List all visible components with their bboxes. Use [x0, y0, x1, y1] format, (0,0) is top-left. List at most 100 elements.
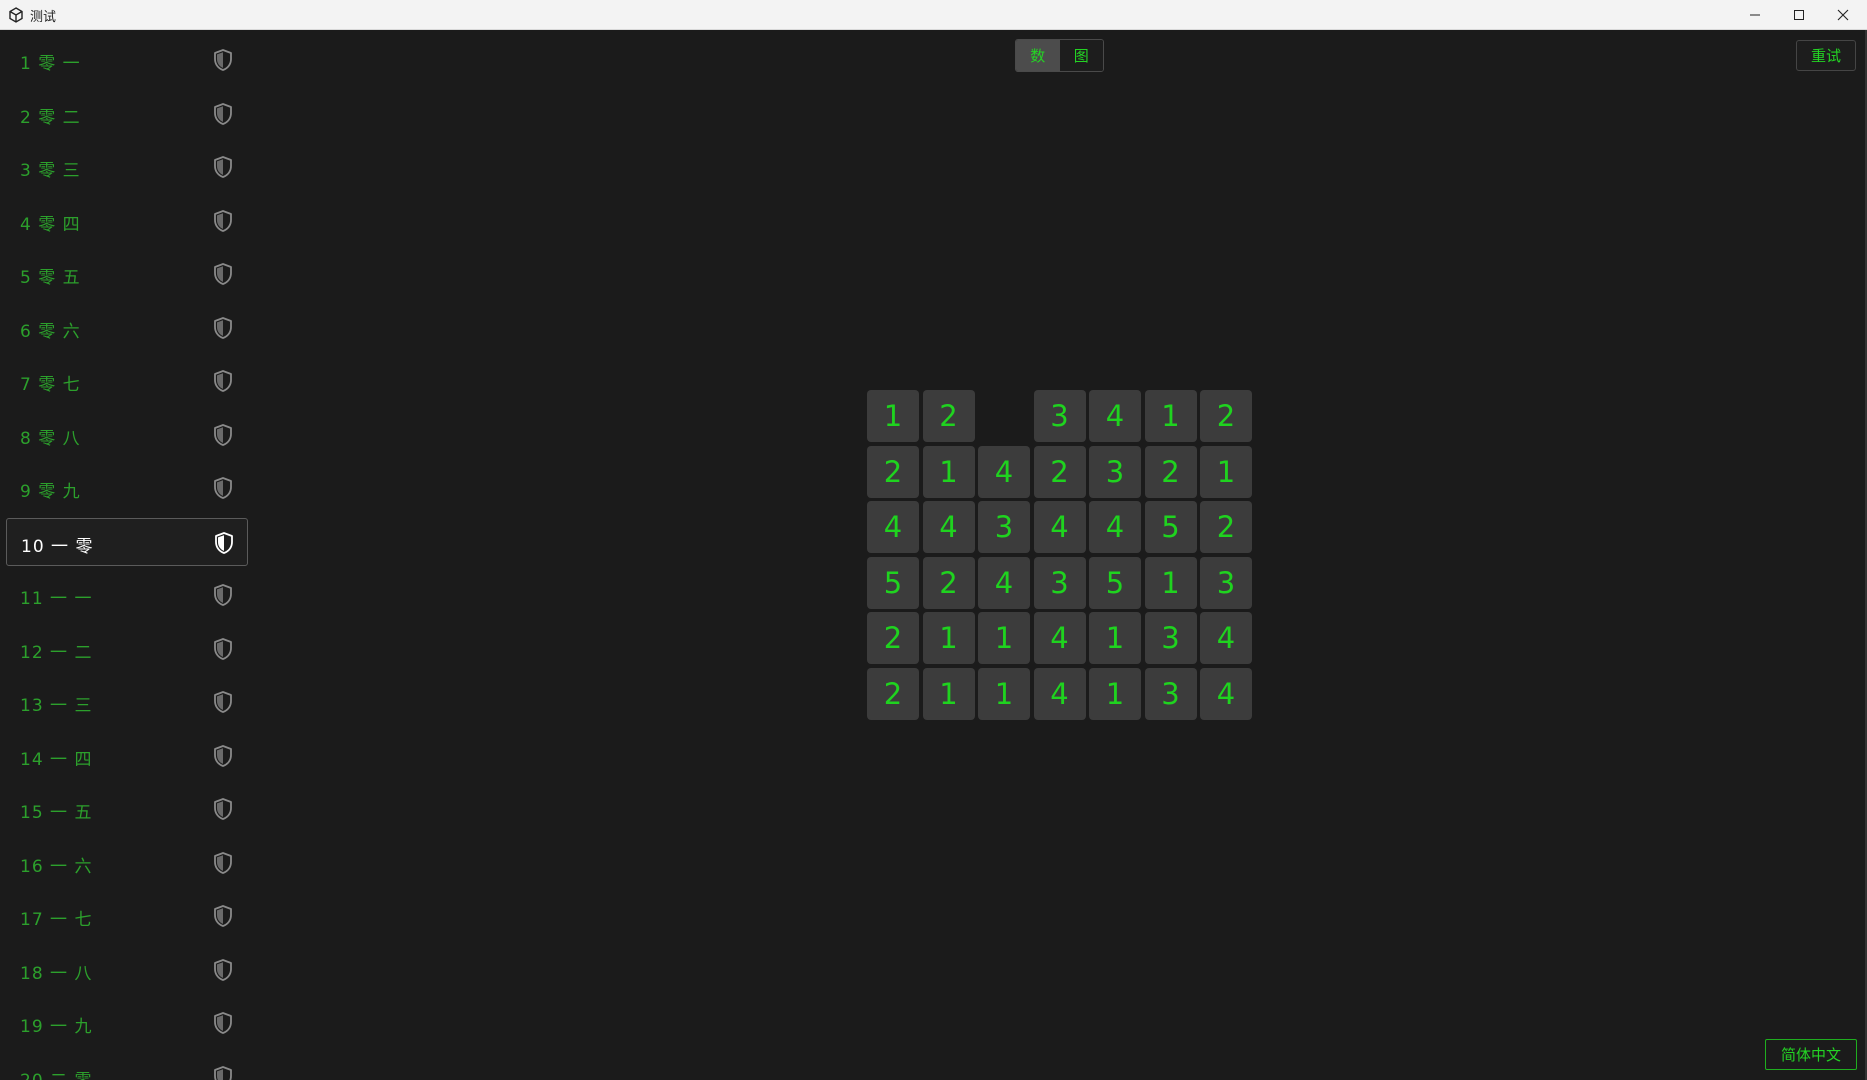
- board-tile[interactable]: 4: [978, 445, 1030, 498]
- board-tile[interactable]: 4: [1089, 390, 1141, 442]
- board-tile[interactable]: 2: [1033, 445, 1086, 498]
- board-tile[interactable]: 5: [867, 556, 919, 609]
- board-tile[interactable]: 4: [1200, 612, 1252, 664]
- mode-image-button[interactable]: 图: [1059, 40, 1103, 71]
- board-tile[interactable]: 4: [978, 556, 1030, 609]
- board-tile[interactable]: 3: [1144, 667, 1197, 720]
- mode-number-button[interactable]: 数: [1016, 40, 1060, 71]
- shield-icon: [214, 905, 232, 927]
- level-item[interactable]: 13 一 三: [6, 678, 248, 726]
- board-tile[interactable]: 2: [867, 667, 919, 720]
- language-button[interactable]: 简体中文: [1765, 1039, 1857, 1070]
- board-tile[interactable]: 1: [978, 667, 1030, 720]
- shield-icon: [214, 691, 232, 713]
- level-label: 4 零 四: [20, 214, 81, 235]
- board-tile[interactable]: 1: [922, 667, 975, 720]
- board-tile[interactable]: 1: [922, 445, 975, 498]
- board-tile[interactable]: 1: [1144, 390, 1197, 442]
- minimize-icon: [1750, 14, 1760, 16]
- level-item[interactable]: 2 零 二: [6, 90, 248, 138]
- level-label: 12 一 二: [20, 642, 93, 663]
- board-tile[interactable]: 1: [1144, 556, 1197, 609]
- level-label: 20 二 零: [20, 1066, 92, 1080]
- shield-icon: [214, 423, 232, 446]
- board-tile[interactable]: 2: [1144, 445, 1197, 498]
- level-item[interactable]: 5 零 五: [6, 250, 248, 298]
- window-title: 测试: [30, 10, 57, 25]
- board-tile[interactable]: 3: [1033, 390, 1086, 442]
- level-label: 7 零 七: [20, 375, 81, 395]
- level-item[interactable]: 18 一 八: [6, 946, 248, 994]
- board-tile[interactable]: 1: [922, 612, 975, 664]
- board-tile[interactable]: 3: [1200, 556, 1252, 609]
- level-item[interactable]: 7 零 七: [6, 357, 248, 405]
- level-label: 19 一 九: [20, 1017, 93, 1037]
- shield-icon: [214, 263, 232, 285]
- board-tile[interactable]: 1: [1089, 667, 1141, 720]
- mode-toggle[interactable]: 数 图: [1015, 39, 1104, 72]
- level-item[interactable]: 10 一 零: [6, 517, 248, 566]
- board-tile[interactable]: 4: [1033, 667, 1086, 720]
- board-tile[interactable]: 4: [867, 501, 919, 553]
- board-tile[interactable]: 3: [1033, 556, 1086, 609]
- level-item[interactable]: 11 一 一: [6, 571, 248, 619]
- board-tile[interactable]: 3: [1144, 612, 1197, 664]
- shield-icon: [215, 531, 233, 554]
- level-label: 17 一 七: [20, 910, 93, 930]
- maximize-icon: [1794, 10, 1804, 20]
- level-item[interactable]: 1 零 一: [6, 36, 248, 84]
- level-label: 5 零 五: [20, 268, 81, 288]
- level-item[interactable]: 14 一 四: [6, 732, 248, 780]
- board-tile[interactable]: 2: [867, 445, 919, 498]
- board-tile[interactable]: 2: [922, 556, 975, 609]
- level-label: 2 零 二: [20, 107, 81, 128]
- shield-icon: [214, 316, 232, 339]
- board-tile[interactable]: 1: [1200, 445, 1252, 498]
- level-item[interactable]: 3 零 三: [6, 143, 248, 191]
- level-item[interactable]: 8 零 八: [6, 411, 248, 459]
- board-tile[interactable]: 2: [867, 612, 919, 664]
- level-item[interactable]: 16 一 六: [6, 839, 248, 887]
- level-item[interactable]: 20 二 零: [6, 1053, 248, 1080]
- board-tile[interactable]: 2: [922, 390, 975, 442]
- board-tile[interactable]: 5: [1144, 501, 1197, 553]
- shield-icon: [214, 49, 232, 71]
- shield-icon: [214, 584, 232, 606]
- level-label: 9 零 九: [20, 482, 81, 502]
- board-tile[interactable]: 4: [1089, 501, 1141, 553]
- board-tile[interactable]: 3: [978, 501, 1030, 553]
- board-tile[interactable]: 4: [1033, 612, 1086, 664]
- board-tile[interactable]: 2: [1200, 501, 1252, 553]
- board-tile[interactable]: 4: [1200, 667, 1252, 720]
- shield-icon: [214, 102, 232, 125]
- level-item[interactable]: 17 一 七: [6, 892, 248, 940]
- board-tile[interactable]: 1: [1089, 612, 1141, 664]
- level-item[interactable]: 12 一 二: [6, 625, 248, 673]
- level-label: 11 一 一: [20, 589, 93, 609]
- level-label: 18 一 八: [20, 963, 93, 984]
- maximize-button[interactable]: [1777, 0, 1821, 30]
- level-item[interactable]: 9 零 九: [6, 464, 248, 512]
- level-item[interactable]: 6 零 六: [6, 304, 248, 352]
- shield-icon: [214, 851, 232, 874]
- board-tile[interactable]: 1: [867, 390, 919, 442]
- board-tile[interactable]: 1: [978, 612, 1030, 664]
- level-item[interactable]: 15 一 五: [6, 785, 248, 833]
- board-tile[interactable]: 2: [1200, 390, 1252, 442]
- level-list[interactable]: 1 零 一 2 零 二 3 零 三 4 零 四 5 零 五 6 零 六 7 零 七 8 零 八…: [0, 30, 250, 1080]
- level-label: 14 一 四: [20, 749, 93, 770]
- close-button[interactable]: [1821, 0, 1865, 30]
- shield-icon: [214, 209, 232, 232]
- empty-cell: [978, 390, 1030, 442]
- level-item[interactable]: 4 零 四: [6, 197, 248, 245]
- board-tile[interactable]: 4: [1033, 501, 1086, 553]
- minimize-button[interactable]: [1733, 0, 1777, 30]
- close-icon: [1837, 9, 1849, 21]
- retry-button[interactable]: 重试: [1796, 40, 1856, 71]
- board-tile[interactable]: 3: [1089, 445, 1141, 498]
- level-label: 6 零 六: [20, 321, 81, 342]
- board-tile[interactable]: 4: [922, 501, 975, 553]
- board-tile[interactable]: 5: [1089, 556, 1141, 609]
- shield-icon: [214, 744, 232, 767]
- level-item[interactable]: 19 一 九: [6, 999, 248, 1047]
